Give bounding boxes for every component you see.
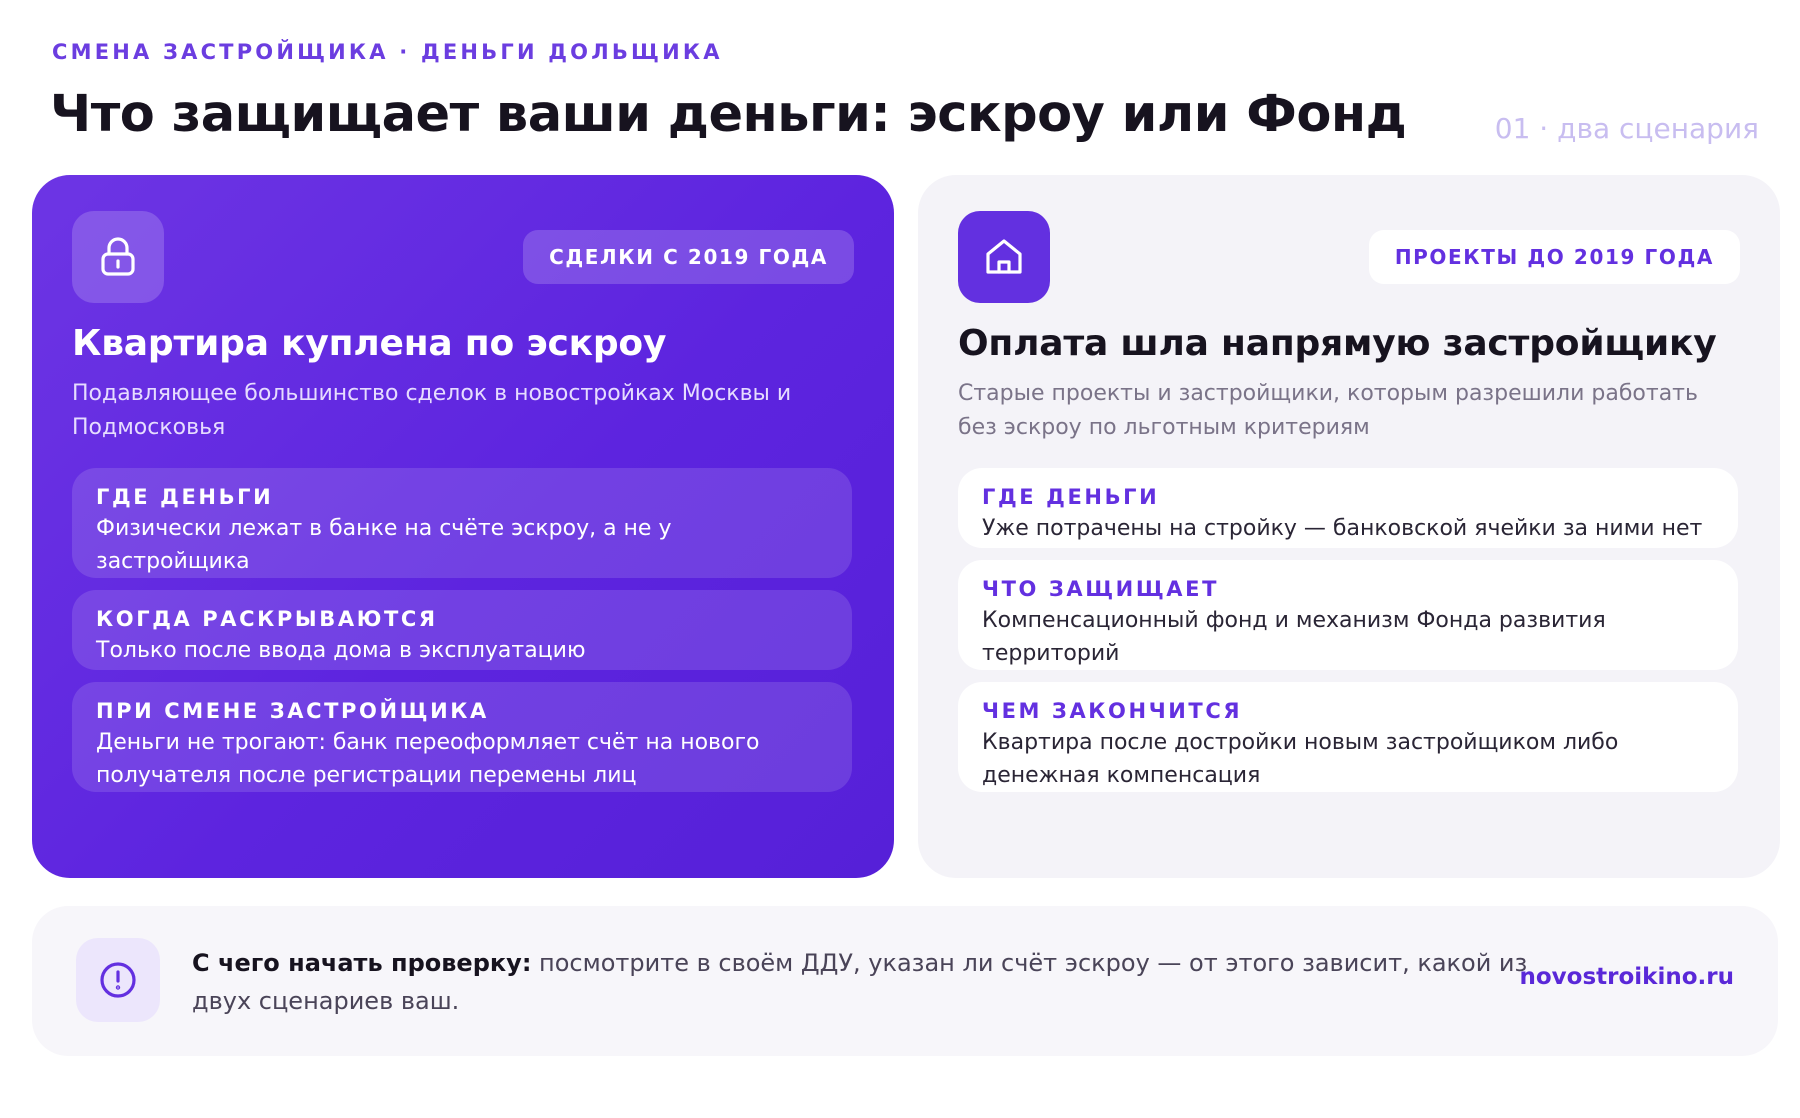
direct-card-title: Оплата шла напрямую застройщику xyxy=(958,323,1717,364)
item-text: Физически лежат в банке на счёте эскроу,… xyxy=(96,516,672,574)
item-text: Только после ввода дома в эксплуатацию xyxy=(96,638,586,663)
item-text: Уже потрачены на стройку — банковской яч… xyxy=(982,516,1703,541)
direct-item-protection: ЧТО ЗАЩИЩАЕТ Компенсационный фонд и меха… xyxy=(958,560,1738,670)
legacy-badge: ПРОЕКТЫ ДО 2019 ГОДА xyxy=(1368,230,1740,284)
escrow-item-developer-change: ПРИ СМЕНЕ ЗАСТРОЙЩИКА Деньги не трогают:… xyxy=(72,682,852,792)
escrow-badge: СДЕЛКИ С 2019 ГОДА xyxy=(523,230,854,284)
eyebrow-label: СМЕНА ЗАСТРОЙЩИКА · ДЕНЬГИ ДОЛЬЩИКА xyxy=(52,40,723,64)
direct-card-description: Старые проекты и застройщики, которым ра… xyxy=(958,381,1698,440)
lock-icon xyxy=(72,211,164,303)
escrow-item-when-released: КОГДА РАСКРЫВАЮТСЯ Только после ввода до… xyxy=(72,590,852,670)
item-label: ЧТО ЗАЩИЩАЕТ xyxy=(982,577,1220,601)
item-text: Компенсационный фонд и механизм Фонда ра… xyxy=(982,608,1606,666)
item-label: ЧЕМ ЗАКОНЧИТСЯ xyxy=(982,699,1243,723)
item-text: Квартира после достройки новым застройщи… xyxy=(982,730,1619,788)
item-label: ГДЕ ДЕНЬГИ xyxy=(96,485,274,509)
escrow-item-where-money: ГДЕ ДЕНЬГИ Физически лежат в банке на сч… xyxy=(72,468,852,578)
item-text: Деньги не трогают: банк переоформляет сч… xyxy=(96,730,760,788)
page-title: Что защищает ваши деньги: эскроу или Фон… xyxy=(50,85,1407,144)
item-label: ПРИ СМЕНЕ ЗАСТРОЙЩИКА xyxy=(96,699,489,723)
site-name: novostroikino.ru xyxy=(1519,964,1735,990)
check-tip-banner: С чего начать проверку: посмотрите в сво… xyxy=(32,906,1778,1056)
item-label: ГДЕ ДЕНЬГИ xyxy=(982,485,1160,509)
house-icon xyxy=(958,211,1050,303)
check-tip-text: С чего начать проверку: посмотрите в сво… xyxy=(192,944,1532,1020)
direct-item-where-money: ГДЕ ДЕНЬГИ Уже потрачены на стройку — ба… xyxy=(958,468,1738,548)
escrow-card-description: Подавляющее большинство сделок в новостр… xyxy=(72,381,792,440)
direct-payment-card: ПРОЕКТЫ ДО 2019 ГОДА Оплата шла напрямую… xyxy=(918,175,1780,878)
check-tip-lead: С чего начать проверку: xyxy=(192,949,532,977)
escrow-card: СДЕЛКИ С 2019 ГОДА Квартира куплена по э… xyxy=(32,175,894,878)
scenario-counter: 01 · два сценария xyxy=(1494,112,1759,145)
escrow-card-title: Квартира куплена по эскроу xyxy=(72,323,667,364)
direct-item-outcome: ЧЕМ ЗАКОНЧИТСЯ Квартира после достройки … xyxy=(958,682,1738,792)
alert-circle-icon xyxy=(76,938,160,1022)
item-label: КОГДА РАСКРЫВАЮТСЯ xyxy=(96,607,438,631)
